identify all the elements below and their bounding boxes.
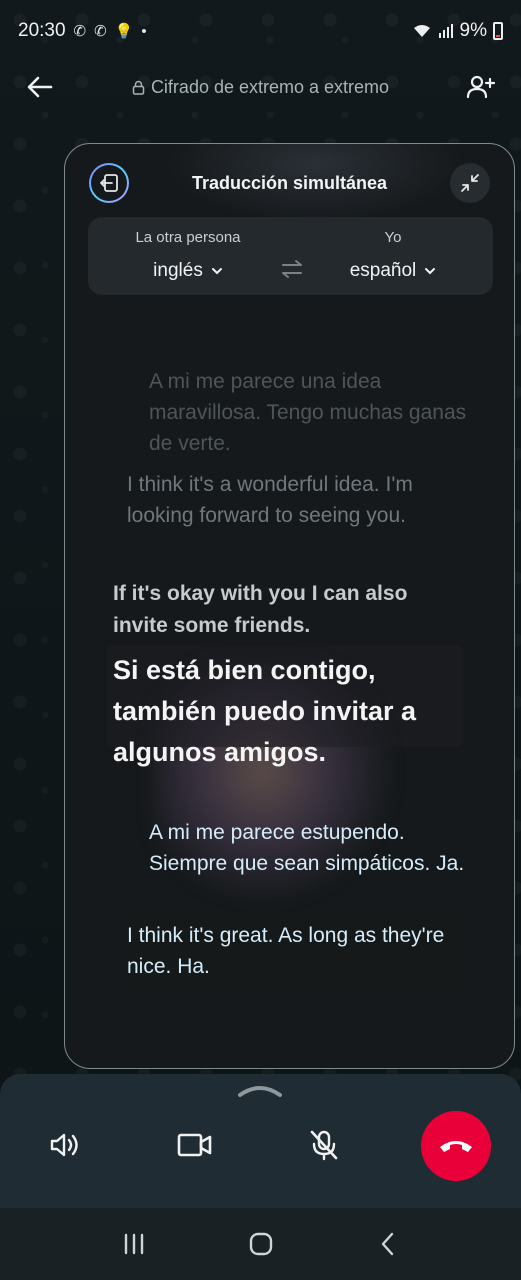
other-language-value: inglés — [153, 260, 203, 281]
translation-panel: Traducción simultánea La otra persona in… — [64, 143, 515, 1069]
swap-icon — [282, 260, 302, 278]
chevron-down-icon — [211, 268, 222, 275]
call-controls — [0, 1074, 521, 1208]
panel-header: Traducción simultánea — [89, 162, 490, 204]
expand-handle[interactable] — [237, 1082, 283, 1098]
exit-translation-button[interactable] — [89, 163, 129, 203]
panel-title: Traducción simultánea — [191, 172, 388, 193]
translated-message: I think it's great. As long as they're n… — [127, 924, 445, 978]
translated-message: I think it's a wonderful idea. I'm looki… — [127, 473, 413, 527]
my-caption: Yo — [384, 229, 402, 246]
status-right: 9% — [412, 20, 503, 42]
lightbulb-icon: 💡 — [114, 23, 134, 40]
battery-percent: 9% — [459, 20, 487, 41]
recent-apps-icon — [124, 1233, 143, 1255]
system-navigation-bar — [0, 1208, 521, 1280]
other-person-caption: La otra persona — [135, 229, 241, 246]
end-call-icon — [440, 1141, 472, 1152]
status-time: 20:30 — [18, 20, 66, 41]
my-language-dropdown[interactable]: español — [313, 260, 473, 282]
speaker-button[interactable] — [31, 1111, 99, 1179]
chevron-down-icon — [425, 268, 436, 275]
status-bar: 20:30 ✆ ✆ 💡 • 9% — [0, 0, 521, 62]
transcript-message: A mi me parece una idea maravillosa. Ten… — [149, 370, 467, 455]
add-person-icon — [466, 75, 496, 99]
my-language-value: español — [349, 260, 417, 281]
language-selector: La otra persona inglés Yo español — [88, 217, 493, 295]
add-participant-button[interactable] — [463, 69, 499, 105]
swap-languages-button[interactable] — [278, 257, 306, 281]
encryption-text: Cifrado de extremo a extremo — [150, 76, 390, 97]
exit-icon — [100, 174, 118, 192]
active-translated-message: Si está bien contigo, también puedo invi… — [113, 655, 417, 767]
chevron-up-icon — [238, 1086, 282, 1097]
wifi-icon — [413, 25, 430, 37]
phone-call-icon: ✆ — [73, 23, 87, 40]
home-icon — [249, 1232, 272, 1256]
recent-apps-button[interactable] — [104, 1224, 164, 1264]
end-call-button[interactable] — [421, 1111, 491, 1181]
encryption-label: Cifrado de extremo a extremo — [132, 77, 389, 98]
collapse-icon — [461, 174, 479, 192]
call-header: Cifrado de extremo a extremo — [0, 62, 521, 112]
back-nav-button[interactable] — [358, 1224, 418, 1264]
back-nav-icon — [381, 1232, 393, 1256]
transcript-message: If it's okay with you I can also invite … — [113, 582, 408, 637]
battery-icon — [493, 22, 503, 40]
speaker-icon — [50, 1133, 78, 1157]
signal-icon — [438, 24, 453, 38]
back-button[interactable] — [22, 69, 58, 105]
video-button[interactable] — [161, 1111, 229, 1179]
mic-off-icon — [310, 1130, 338, 1161]
collapse-button[interactable] — [450, 163, 490, 203]
transcript-message: A mi me parece estupendo. Siempre que se… — [149, 821, 465, 875]
notification-dot-icon: • — [141, 22, 147, 40]
lock-icon — [132, 80, 145, 95]
video-icon — [177, 1133, 212, 1157]
mute-button[interactable] — [290, 1111, 358, 1179]
phone-call-icon: ✆ — [94, 23, 107, 40]
home-button[interactable] — [231, 1224, 291, 1264]
other-language-dropdown[interactable]: inglés — [108, 260, 268, 282]
status-left: 20:30 ✆ ✆ 💡 • — [18, 20, 147, 42]
back-arrow-icon — [27, 76, 53, 98]
